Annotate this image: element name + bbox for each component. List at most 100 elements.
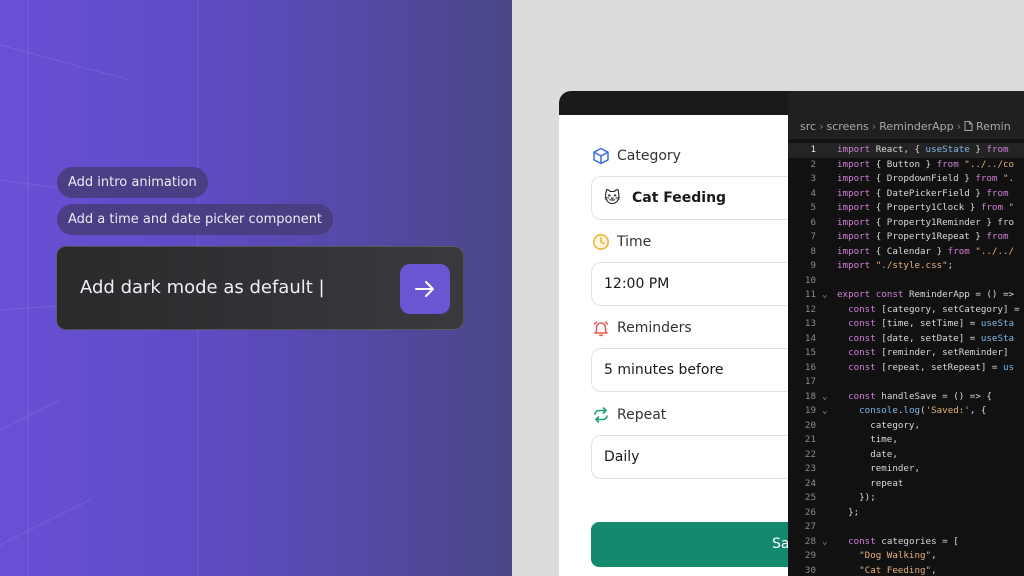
code-line[interactable]: 2 import { Button } from "../../co [788, 158, 1024, 173]
code-line[interactable]: 19 ⌄ console.log('Saved:', { [788, 404, 1024, 419]
line-number: 8 [810, 245, 816, 257]
editor-header: src › screens › ReminderApp › Remin [788, 91, 1024, 139]
code-text: const [category, setCategory] = [848, 303, 1020, 315]
category-dropdown[interactable]: 🐱 Cat Feeding [591, 176, 801, 220]
prompt-input-text[interactable]: Add dark mode as default | [80, 277, 325, 298]
line-number: 6 [810, 216, 816, 228]
line-number: 28 [804, 535, 816, 547]
line-number: 11 [804, 289, 816, 300]
app-window: Category 🐱 Cat Feeding Time 12:00 PM Rem… [559, 91, 1024, 576]
code-text: date, [837, 448, 898, 460]
line-number: 18 [804, 390, 816, 402]
code-line[interactable]: 17 [788, 375, 1024, 390]
code-text: import { Calendar } from "../../ [837, 245, 1015, 257]
code-text: "Cat Feeding", [859, 564, 937, 576]
code-line[interactable]: 26 }; [788, 506, 1024, 521]
line-number: 16 [804, 361, 816, 373]
code-line[interactable]: 23 reminder, [788, 462, 1024, 477]
code-line[interactable]: 5 import { Property1Clock } from " [788, 201, 1024, 216]
time-label-text: Time [617, 234, 652, 250]
code-line[interactable]: 28 ⌄ const categories = [ [788, 535, 1024, 550]
code-line[interactable]: 24 repeat [788, 477, 1024, 492]
code-line[interactable]: 3 import { DropdownField } from ". [788, 172, 1024, 187]
code-line[interactable]: 12 const [category, setCategory] = [788, 303, 1024, 318]
line-number: 1 [810, 144, 816, 155]
code-text: import "./style.css"; [837, 260, 954, 271]
code-line[interactable]: 25 }); [788, 491, 1024, 506]
breadcrumb-item[interactable]: screens [826, 120, 868, 133]
code-line[interactable]: 10 [788, 274, 1024, 289]
breadcrumb-item[interactable]: src [800, 120, 816, 133]
category-value: Cat Feeding [632, 190, 727, 206]
code-text: const [time, setTime] = useSta [848, 318, 1015, 329]
line-number: 29 [804, 550, 816, 561]
code-line[interactable]: 11 ⌄ export const ReminderApp = () => [788, 288, 1024, 303]
reminders-dropdown[interactable]: 5 minutes before [591, 348, 801, 392]
code-text: import { Property1Clock } from " [837, 202, 1015, 213]
code-text: reminder, [837, 463, 920, 474]
code-line[interactable]: 14 const [date, setDate] = useSta [788, 332, 1024, 347]
suggestion-chip[interactable]: Add intro animation [57, 167, 208, 198]
reminders-label-text: Reminders [617, 320, 692, 336]
suggestion-chip[interactable]: Add a time and date picker component [57, 204, 334, 235]
line-number: 3 [810, 173, 816, 184]
code-line[interactable]: 13 const [time, setTime] = useSta [788, 317, 1024, 332]
line-number: 15 [804, 347, 816, 358]
line-number: 25 [804, 492, 816, 503]
line-number: 26 [804, 506, 816, 518]
line-number: 23 [804, 463, 816, 474]
code-line[interactable]: 22 date, [788, 448, 1024, 463]
cat-emoji: 🐱 [604, 188, 621, 207]
time-picker-field[interactable]: 12:00 PM [591, 262, 801, 306]
breadcrumb-item[interactable]: Remin [976, 120, 1011, 133]
code-line[interactable]: 16 const [repeat, setRepeat] = us [788, 361, 1024, 376]
time-value: 12:00 PM [604, 276, 670, 292]
save-button-label: Sa [772, 536, 790, 552]
code-line[interactable]: 7 import { Property1Repeat } from [788, 230, 1024, 245]
line-number: 24 [804, 477, 816, 489]
breadcrumb-item[interactable]: ReminderApp [879, 120, 953, 133]
code-line[interactable]: 27 [788, 520, 1024, 535]
code-line[interactable]: 9 import "./style.css"; [788, 259, 1024, 274]
line-number: 5 [810, 202, 816, 213]
code-line[interactable]: 20 category, [788, 419, 1024, 434]
line-number: 22 [804, 448, 816, 460]
repeat-icon [594, 407, 608, 423]
fold-chevron-icon[interactable]: ⌄ [822, 390, 828, 405]
code-line[interactable]: 8 import { Calendar } from "../../ [788, 245, 1024, 260]
arrow-right-icon [415, 281, 434, 297]
line-number: 2 [810, 158, 816, 170]
line-number: 4 [810, 187, 816, 199]
code-line[interactable]: 30 "Cat Feeding", [788, 564, 1024, 576]
line-number: 13 [804, 318, 816, 329]
code-line[interactable]: 6 import { Property1Reminder } fro [788, 216, 1024, 231]
bell-icon [593, 321, 609, 337]
repeat-label-text: Repeat [617, 407, 667, 423]
repeat-dropdown[interactable]: Daily [591, 435, 801, 479]
save-button[interactable]: Sa [591, 522, 801, 567]
code-line[interactable]: 1 import React, { useState } from [788, 143, 1024, 158]
send-button[interactable] [400, 264, 450, 314]
code-text: import { Button } from "../../co [837, 158, 1015, 170]
code-lines[interactable]: 1 import React, { useState } from 2 import… [788, 143, 1024, 576]
code-text: const [reminder, setReminder] [848, 347, 1015, 358]
code-line[interactable]: 29 "Dog Walking", [788, 549, 1024, 564]
fold-chevron-icon[interactable]: ⌄ [822, 404, 828, 419]
code-line[interactable]: 4 import { DatePickerField } from [788, 187, 1024, 202]
code-text: import { Property1Repeat } from [837, 231, 1009, 242]
code-line[interactable]: 21 time, [788, 433, 1024, 448]
line-number: 17 [804, 376, 816, 387]
code-line[interactable]: 15 const [reminder, setReminder] [788, 346, 1024, 361]
line-number: 9 [810, 260, 816, 271]
code-text: }); [837, 492, 876, 503]
code-text: category, [837, 419, 920, 431]
fold-chevron-icon[interactable]: ⌄ [822, 535, 828, 550]
code-text: const [repeat, setRepeat] = us [848, 361, 1015, 373]
fold-chevron-icon[interactable]: ⌄ [822, 288, 828, 303]
line-number: 30 [804, 564, 816, 576]
code-line[interactable]: 18 ⌄ const handleSave = () => { [788, 390, 1024, 405]
prompt-input[interactable]: Add dark mode as default | [56, 246, 464, 330]
code-text: "Dog Walking", [859, 550, 937, 561]
clock-icon [593, 234, 609, 250]
code-text: const [date, setDate] = useSta [848, 332, 1015, 344]
